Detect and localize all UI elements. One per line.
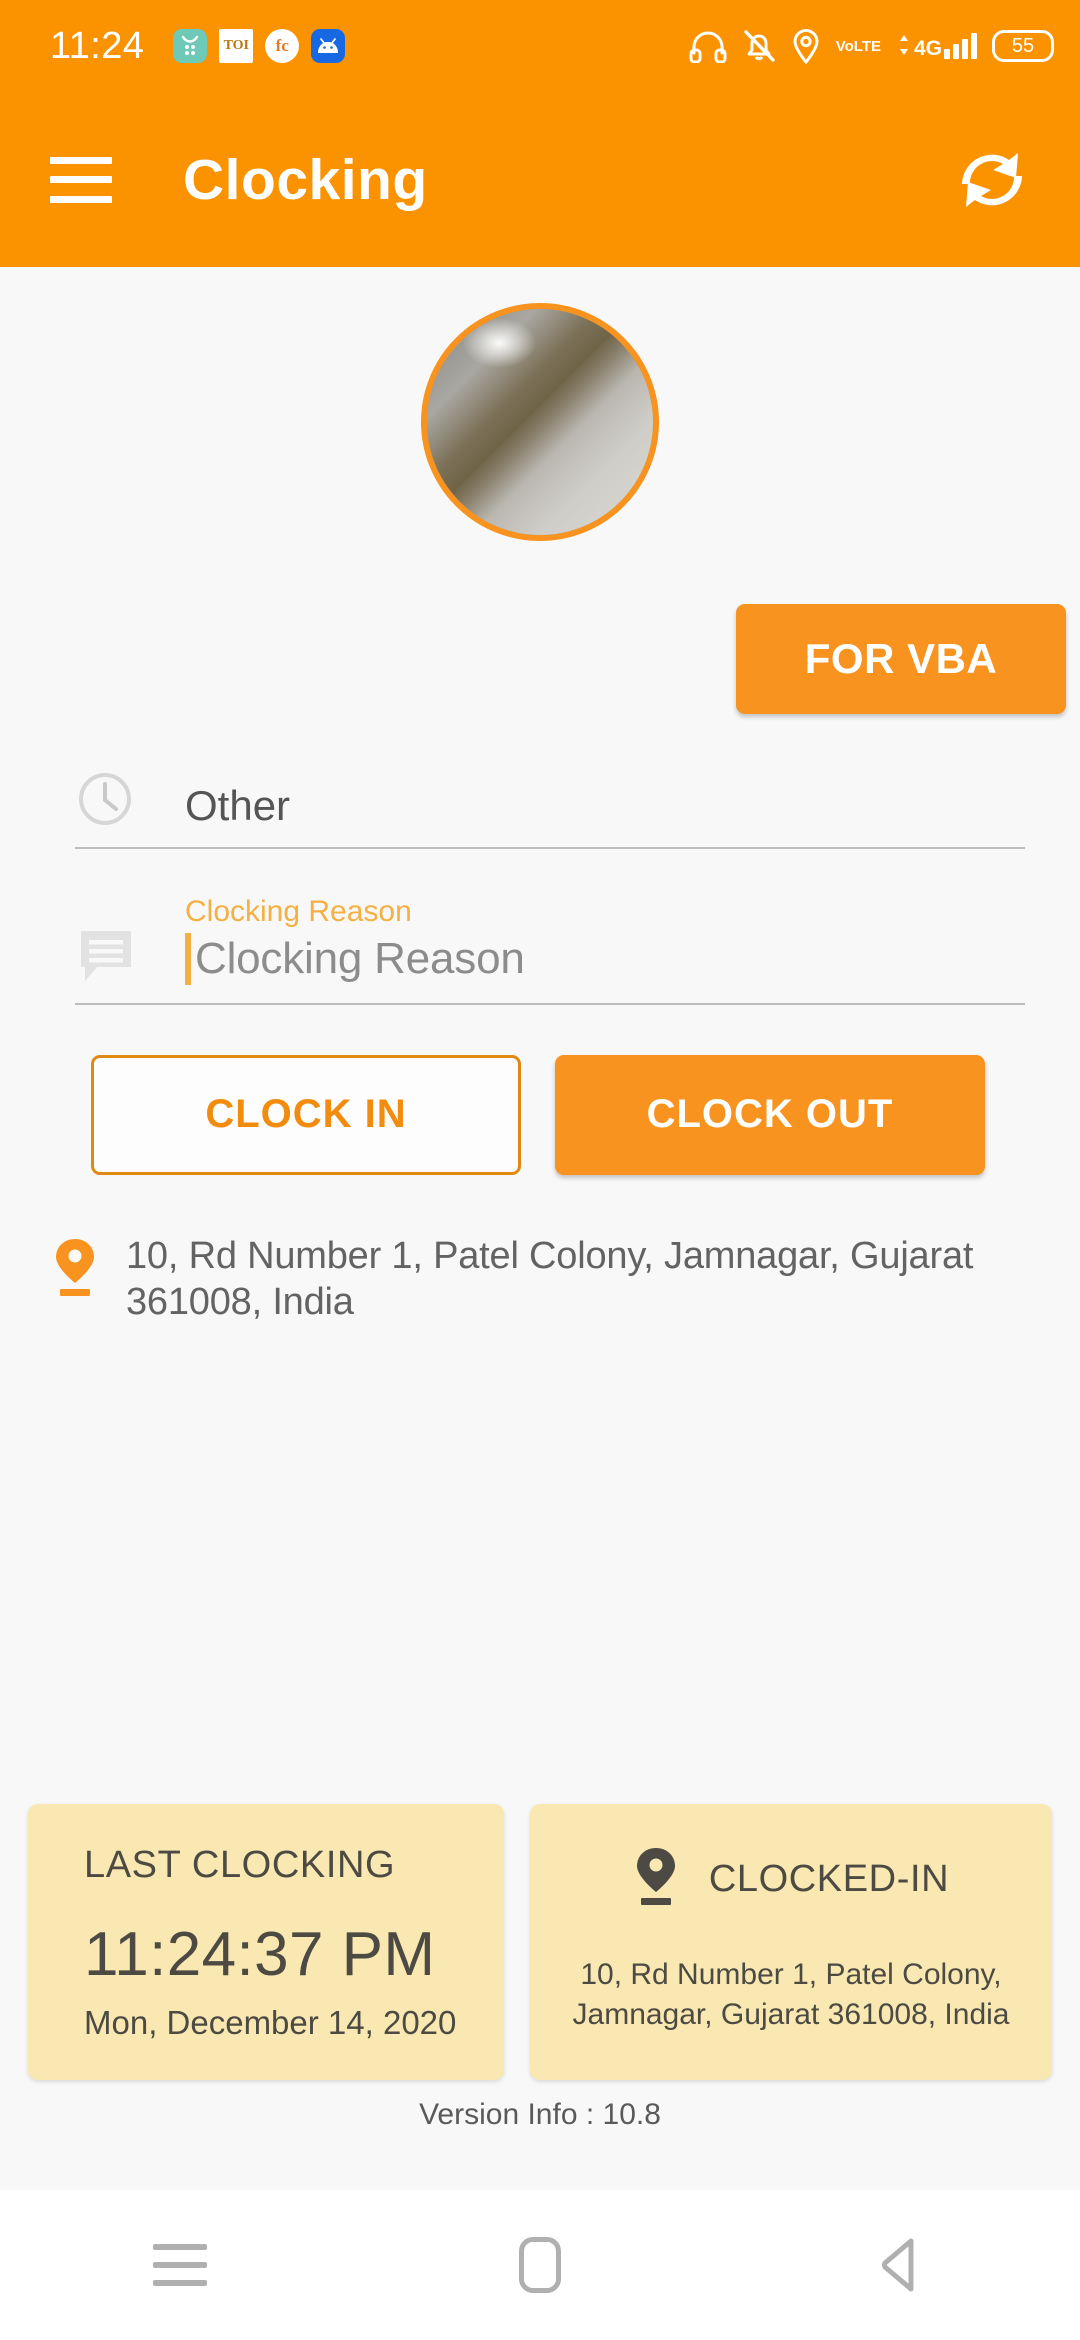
clocked-status-card: CLOCKED-IN 10, Rd Number 1, Patel Colony… <box>530 1804 1052 2080</box>
last-clocking-title: LAST CLOCKING <box>84 1844 396 1886</box>
signal-bars-icon: 4G <box>896 33 977 59</box>
clocking-type-value: Other <box>185 781 291 829</box>
phone-screen: 11:24 TOI fc Vo LTE 4G 55 Clocking FOR V… <box>0 0 1080 2340</box>
current-location-row: 10, Rd Number 1, Patel Colony, Jamnagar,… <box>52 1233 1060 1326</box>
volte-line2: LTE <box>853 37 881 55</box>
app-bar: Clocking <box>0 92 1080 267</box>
avatar-container <box>0 303 1080 541</box>
location-pin-icon <box>52 1233 98 1304</box>
android-nav-bar <box>0 2190 1080 2340</box>
home-glyph <box>519 2237 561 2293</box>
last-clocking-time: 11:24:37 PM <box>84 1920 436 1989</box>
back-icon[interactable] <box>840 2210 960 2320</box>
notification-icons: TOI fc <box>173 29 346 63</box>
recents-glyph <box>153 2244 207 2286</box>
clocked-status-title: CLOCKED-IN <box>708 1858 950 1900</box>
volte-line1: Vo <box>835 37 854 55</box>
clocking-reason-body: Clocking Reason Clocking Reason <box>141 893 1025 985</box>
battery-icon: 55 <box>992 30 1054 62</box>
clock-actions: CLOCK IN CLOCK OUT <box>91 1054 1025 1175</box>
clocked-status-header: CLOCKED-IN <box>560 1846 1022 1913</box>
status-bar: 11:24 TOI fc Vo LTE 4G 55 <box>0 0 1080 92</box>
last-clocking-card: LAST CLOCKING 11:24:37 PM Mon, December … <box>28 1804 504 2080</box>
home-icon[interactable] <box>480 2210 600 2320</box>
fc-icon: fc <box>265 29 300 63</box>
bell-muted-icon <box>742 28 776 64</box>
status-bar-right: Vo LTE 4G 55 <box>689 28 1054 64</box>
location-pin-icon <box>633 1846 679 1913</box>
last-clocking-date: Mon, December 14, 2020 <box>84 2004 457 2041</box>
network-label: 4G <box>913 37 942 60</box>
clocking-type-body: Other <box>141 781 1025 829</box>
status-bar-left: 11:24 TOI fc <box>50 24 346 68</box>
refresh-sync-icon[interactable] <box>942 130 1042 230</box>
current-location-address: 10, Rd Number 1, Patel Colony, Jamnagar,… <box>126 1234 974 1323</box>
for-vba-button[interactable]: FOR VBA <box>736 604 1066 714</box>
clocking-type-field[interactable]: Other <box>75 769 1025 849</box>
main-content: FOR VBA Other Clocking Reason Clocking R… <box>0 267 1080 2190</box>
page-title: Clocking <box>183 147 428 212</box>
hamburger-menu-icon[interactable] <box>50 156 112 203</box>
summary-cards: LAST CLOCKING 11:24:37 PM Mon, December … <box>0 1804 1080 2080</box>
clocking-reason-field[interactable]: Clocking Reason Clocking Reason <box>75 893 1025 1005</box>
volte-icon: Vo LTE <box>835 37 881 55</box>
version-info: Version Info : 10.8 <box>419 2098 661 2131</box>
android-icon <box>311 29 346 63</box>
clocking-reason-input[interactable]: Clocking Reason <box>185 932 1025 985</box>
for-vba-row: FOR VBA <box>0 604 1080 714</box>
headphones-icon <box>689 29 727 63</box>
clock-in-button[interactable]: CLOCK IN <box>91 1054 521 1175</box>
signal-strength-bars <box>944 33 977 59</box>
clocking-reason-label: Clocking Reason <box>185 895 412 928</box>
message-bubble-icon <box>75 923 141 985</box>
avatar-photo <box>427 309 653 535</box>
back-glyph <box>881 2238 914 2292</box>
clocked-status-address: 10, Rd Number 1, Patel Colony, Jamnagar,… <box>572 1958 1010 2031</box>
clock-icon <box>75 769 141 829</box>
recents-icon[interactable] <box>120 2210 240 2320</box>
clocking-reason-placeholder: Clocking Reason <box>195 933 525 983</box>
calendar-teal-icon <box>173 29 208 63</box>
clock-out-button[interactable]: CLOCK OUT <box>555 1054 985 1175</box>
status-clock: 11:24 <box>50 24 145 67</box>
location-icon <box>791 28 821 64</box>
text-caret <box>185 932 191 985</box>
toi-news-icon: TOI <box>219 29 254 63</box>
avatar[interactable] <box>421 303 659 541</box>
